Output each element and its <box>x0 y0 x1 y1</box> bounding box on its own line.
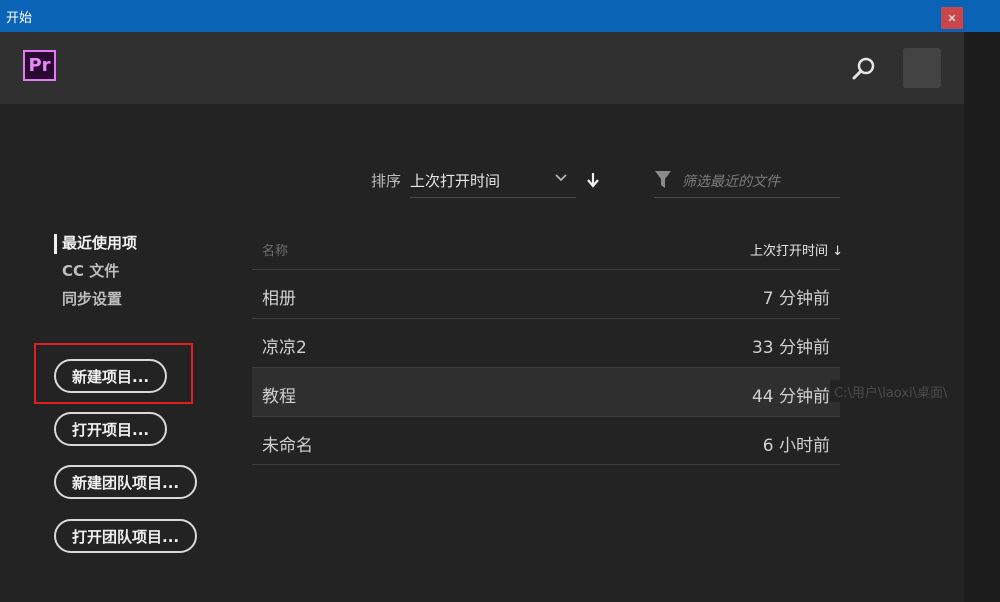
row-name: 相册 <box>262 289 296 309</box>
search-icon[interactable] <box>850 55 878 83</box>
row-time: 6 小时前 <box>762 436 830 456</box>
background-window-titlebar <box>964 0 1000 32</box>
row-time: 44 分钟前 <box>751 387 830 407</box>
window-titlebar: 开始 <box>0 0 964 32</box>
sidebar-item-recent[interactable]: 最近使用项 <box>62 232 137 253</box>
open-team-project-button[interactable]: 打开团队项目... <box>54 519 198 553</box>
table-row[interactable]: 教程 44 分钟前 <box>252 368 840 416</box>
background-window-strip <box>964 0 1000 602</box>
row-name: 教程 <box>262 387 296 407</box>
sort-direction-arrow-icon[interactable] <box>586 172 600 188</box>
column-header-last-opened[interactable]: 上次打开时间 ↓ <box>750 240 843 259</box>
row-time: 7 分钟前 <box>762 289 830 309</box>
path-tooltip: C:\用户\laoxi\桌面\ <box>830 380 952 402</box>
sidebar-item-sync-settings[interactable]: 同步设置 <box>62 288 122 309</box>
close-button[interactable]: ✕ <box>941 7 963 29</box>
window-title: 开始 <box>6 11 33 26</box>
table-row[interactable]: 凉凉2 33 分钟前 <box>252 319 840 367</box>
filter-funnel-icon <box>655 171 671 188</box>
row-time: 33 分钟前 <box>751 338 830 358</box>
sidebar-item-cc-files[interactable]: CC 文件 <box>62 260 119 281</box>
annotation-highlight-box <box>34 343 193 404</box>
new-team-project-button[interactable]: 新建团队项目... <box>54 465 198 499</box>
column-header-name[interactable]: 名称 <box>262 240 288 259</box>
app-header <box>0 32 964 104</box>
avatar[interactable] <box>903 48 941 88</box>
table-divider <box>252 464 840 465</box>
premiere-logo: Pr <box>23 50 56 81</box>
filter-input[interactable] <box>680 168 840 196</box>
table-row[interactable]: 相册 7 分钟前 <box>252 270 840 318</box>
table-row[interactable]: 未命名 6 小时前 <box>252 417 840 465</box>
open-project-button[interactable]: 打开项目... <box>54 412 168 446</box>
row-name: 凉凉2 <box>262 338 307 358</box>
chevron-down-icon <box>555 174 567 182</box>
sort-dropdown[interactable]: 上次打开时间 <box>410 165 576 198</box>
row-name: 未命名 <box>262 436 313 456</box>
sort-label: 排序 <box>371 172 402 190</box>
sort-dropdown-value: 上次打开时间 <box>410 172 501 190</box>
active-indicator <box>54 234 57 254</box>
filter-field[interactable] <box>654 165 840 198</box>
